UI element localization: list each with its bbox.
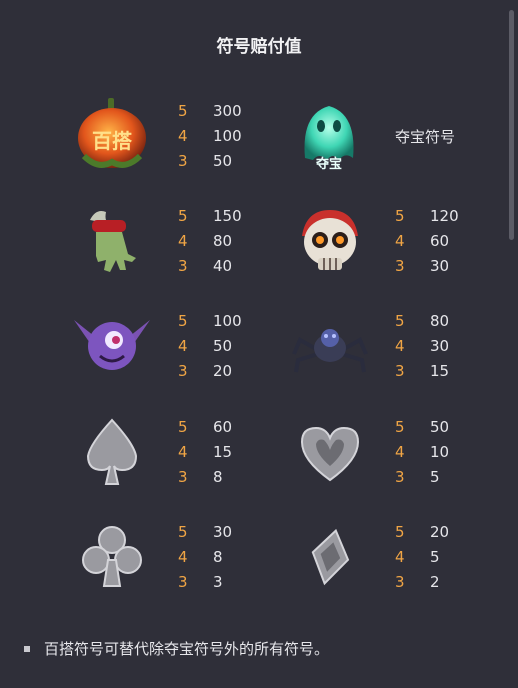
ghost-badge-text: 夺宝: [315, 156, 342, 172]
wild-rule-note: 百搭符号可替代除夺宝符号外的所有符号。: [24, 638, 329, 659]
zombie-hand-icon: [70, 200, 154, 284]
page-title: 符号赔付值: [216, 37, 302, 57]
pumpkin-wild-icon: 百搭: [70, 92, 154, 176]
bullet-icon: [24, 645, 30, 652]
pumpkin-wild-label: 百搭: [92, 129, 133, 153]
zombie-hand-paytable: 5 150 4 80 3 40: [178, 207, 242, 275]
club-paytable: 5 30 48 33: [178, 523, 233, 591]
bat-monster-icon: [70, 302, 154, 386]
spade-icon: [70, 410, 154, 494]
diamond-icon: [288, 516, 372, 600]
spade-paytable: 5 60 4 15 38: [178, 418, 233, 486]
pirate-skull-icon: [288, 200, 372, 284]
heart-paytable: 5 50 4 10 35: [395, 418, 450, 486]
scrollbar[interactable]: [509, 10, 514, 240]
wild-rule-text: 百搭符号可替代除夺宝符号外的所有符号。: [44, 640, 330, 658]
diamond-paytable: 5 20 45 32: [395, 523, 450, 591]
pumpkin-paytable: 5 300 4 100 3 50: [178, 102, 242, 170]
spider-paytable: 5 80 4 30 3 15: [395, 312, 450, 380]
ghost-treasure-icon: 夺宝: [287, 96, 371, 180]
club-icon: [70, 516, 154, 600]
scatter-label: 夺宝符号: [395, 128, 456, 146]
heart-icon: [288, 410, 372, 494]
spider-icon: [288, 304, 372, 388]
pirate-skull-paytable: 5 120 4 60 3 30: [395, 207, 459, 275]
bat-monster-paytable: 5 100 4 50 3 20: [178, 312, 242, 380]
